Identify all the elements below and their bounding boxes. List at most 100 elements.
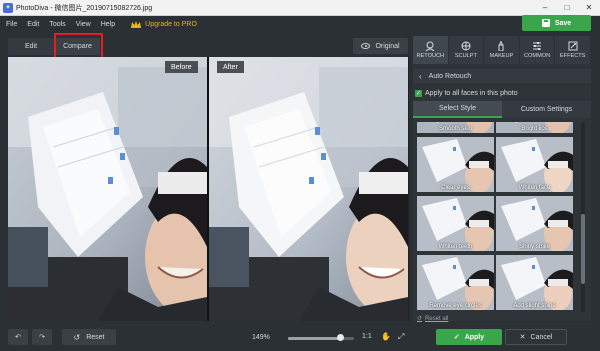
style-thumb-image bbox=[496, 255, 573, 310]
one-to-one-button[interactable]: 1:1 bbox=[362, 333, 372, 340]
app-logo-icon: ✦ bbox=[3, 2, 13, 13]
scrollbar-thumb[interactable] bbox=[581, 214, 585, 284]
menu-help[interactable]: Help bbox=[101, 21, 115, 28]
undo-icon: ↶ bbox=[15, 334, 21, 341]
style-thumb-smooth-skin[interactable]: Smooth skin bbox=[417, 122, 494, 133]
before-label: Before bbox=[165, 61, 198, 73]
after-pane: After bbox=[209, 57, 408, 321]
zoom-slider[interactable] bbox=[288, 337, 354, 340]
cancel-label: Cancel bbox=[530, 333, 553, 341]
reset-button[interactable]: ↺ Reset bbox=[62, 329, 116, 345]
style-label: Remove eye circles bbox=[429, 303, 482, 309]
checkbox-checked-icon: ✓ bbox=[415, 89, 422, 97]
bottom-toolbar: ↶ ↷ ↺ Reset 149% 1:1 ✋ ⤢ ✓ Apply ✕ Cance… bbox=[0, 323, 600, 351]
style-label: Whiten face bbox=[518, 185, 551, 191]
style-grid: Smooth skin Bright lips Clear eyes White… bbox=[413, 122, 579, 312]
tab-common[interactable]: COMMON bbox=[519, 36, 556, 64]
style-subtabs: Select Style Custom Settings bbox=[413, 101, 591, 118]
maximize-button[interactable]: □ bbox=[556, 0, 578, 16]
original-button[interactable]: Original bbox=[353, 38, 408, 54]
effects-icon bbox=[568, 41, 578, 51]
close-button[interactable]: ✕ bbox=[578, 0, 600, 16]
style-label: Smooth skin bbox=[438, 126, 472, 132]
reset-all-link[interactable]: ↺ Reset all bbox=[417, 315, 449, 323]
redo-button[interactable]: ↷ bbox=[32, 329, 52, 345]
window-title: PhotoDiva - 微信图片_20190715082726.jpg bbox=[16, 4, 153, 12]
cancel-button[interactable]: ✕ Cancel bbox=[505, 329, 567, 345]
crown-icon bbox=[131, 20, 142, 28]
menu-file[interactable]: File bbox=[6, 21, 17, 28]
close-icon: ✕ bbox=[519, 334, 526, 341]
menu-bar: File Edit Tools View Help Upgrade to PRO bbox=[0, 16, 600, 33]
zoom-slider-fill bbox=[288, 337, 341, 340]
compare-canvas[interactable]: Before After bbox=[8, 57, 409, 321]
reset-label: Reset bbox=[86, 333, 105, 341]
style-thumb-bright-lips[interactable]: Bright lips bbox=[496, 122, 573, 133]
style-thumb-image bbox=[417, 137, 494, 192]
tab-effects[interactable]: EFFECTS bbox=[555, 36, 591, 64]
style-thumb-image bbox=[496, 196, 573, 251]
makeup-icon bbox=[498, 41, 504, 51]
back-arrow-icon[interactable]: ‹ bbox=[419, 72, 422, 81]
tab-retouch-label: RETOUCH bbox=[416, 53, 445, 59]
title-bar: ✦ PhotoDiva - 微信图片_20190715082726.jpg – … bbox=[0, 0, 600, 16]
original-label: Original bbox=[375, 42, 400, 50]
style-label: Shiny smile bbox=[519, 244, 550, 250]
apply-all-faces-label: Apply to all faces in this photo bbox=[425, 89, 518, 97]
fit-screen-icon[interactable]: ⤢ bbox=[398, 332, 404, 342]
save-button[interactable]: Save bbox=[522, 15, 591, 31]
reset-icon: ↺ bbox=[73, 332, 81, 342]
tab-custom-settings[interactable]: Custom Settings bbox=[502, 101, 591, 118]
tab-effects-label: EFFECTS bbox=[559, 53, 586, 59]
minimize-button[interactable]: – bbox=[534, 0, 556, 16]
photodiva-window: ✦ PhotoDiva - 微信图片_20190715082726.jpg – … bbox=[0, 0, 600, 351]
tab-edit[interactable]: Edit bbox=[8, 38, 54, 55]
zoom-value: 149% bbox=[252, 334, 270, 341]
reset-all-label: Reset all bbox=[425, 315, 449, 322]
upgrade-link[interactable]: Upgrade to PRO bbox=[131, 20, 197, 29]
style-thumb-clear-eyes[interactable]: Clear eyes bbox=[417, 137, 494, 192]
tab-sculpt-label: SCULPT bbox=[454, 53, 477, 59]
undo-button[interactable]: ↶ bbox=[8, 329, 28, 345]
apply-all-faces-checkbox[interactable]: ✓ Apply to all faces in this photo bbox=[415, 87, 518, 99]
before-pane: Before bbox=[8, 57, 207, 321]
apply-button[interactable]: ✓ Apply bbox=[436, 329, 502, 345]
after-label: After bbox=[217, 61, 244, 73]
tab-common-label: COMMON bbox=[524, 53, 551, 59]
sliders-icon bbox=[533, 42, 542, 50]
auto-retouch-header[interactable]: ‹ Auto Retouch bbox=[413, 69, 591, 83]
style-thumb-image bbox=[496, 137, 573, 192]
upgrade-label: Upgrade to PRO bbox=[145, 21, 197, 28]
style-thumb-remove-eye-circles[interactable]: Remove eye circles bbox=[417, 255, 494, 310]
menu-tools[interactable]: Tools bbox=[49, 21, 65, 28]
save-icon bbox=[541, 19, 550, 27]
redo-icon: ↷ bbox=[39, 334, 45, 341]
style-thumb-whiten-face[interactable]: Whiten face bbox=[496, 137, 573, 192]
reset-all-icon: ↺ bbox=[417, 316, 423, 322]
style-label: Whiten teeth bbox=[438, 244, 473, 250]
check-icon: ✓ bbox=[453, 334, 460, 341]
style-thumb-whiten-teeth[interactable]: Whiten teeth bbox=[417, 196, 494, 251]
style-thumb-add-slight-shine[interactable]: Add slight shine bbox=[496, 255, 573, 310]
style-label: Bright lips bbox=[521, 126, 548, 132]
style-thumb-shiny-smile[interactable]: Shiny smile bbox=[496, 196, 573, 251]
category-tabs: RETOUCH SCULPT MAKEUP COMMON EFFECTS bbox=[413, 36, 591, 64]
style-thumb-image bbox=[417, 196, 494, 251]
tab-sculpt[interactable]: SCULPT bbox=[448, 36, 485, 64]
style-scrollbar[interactable] bbox=[581, 122, 585, 312]
save-label: Save bbox=[554, 19, 572, 27]
tab-retouch[interactable]: RETOUCH bbox=[413, 36, 449, 64]
style-thumb-image bbox=[417, 255, 494, 310]
style-label: Clear eyes bbox=[441, 185, 470, 191]
apply-label: Apply bbox=[464, 333, 485, 341]
menu-edit[interactable]: Edit bbox=[27, 21, 39, 28]
after-photo bbox=[209, 57, 408, 321]
tab-makeup[interactable]: MAKEUP bbox=[484, 36, 520, 64]
auto-retouch-title: Auto Retouch bbox=[428, 72, 472, 80]
face-icon bbox=[425, 41, 435, 51]
hand-tool-icon[interactable]: ✋ bbox=[381, 332, 391, 341]
eye-icon bbox=[361, 43, 371, 49]
tab-makeup-label: MAKEUP bbox=[489, 53, 514, 59]
tab-select-style[interactable]: Select Style bbox=[413, 101, 502, 118]
menu-view[interactable]: View bbox=[76, 21, 91, 28]
